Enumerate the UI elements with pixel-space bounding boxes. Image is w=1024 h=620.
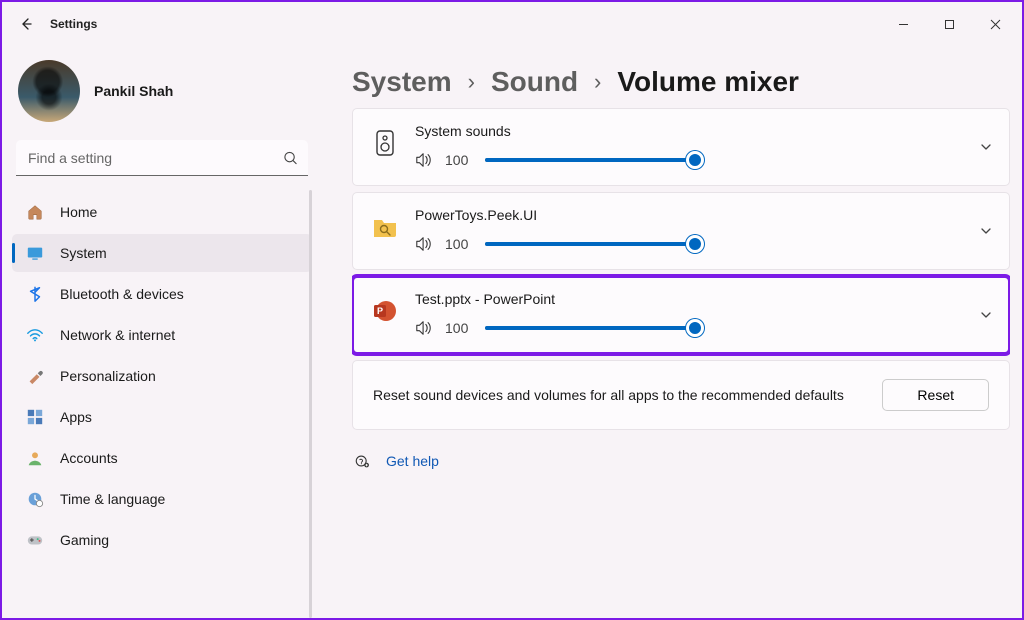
home-icon [26, 203, 44, 221]
chevron-right-icon: › [468, 69, 475, 95]
folder-search-icon [371, 213, 399, 241]
sidebar-item-label: Bluetooth & devices [60, 286, 184, 302]
sidebar-item-label: Time & language [60, 491, 165, 507]
arrow-left-icon [18, 16, 34, 32]
volume-slider[interactable] [485, 319, 695, 337]
search-input[interactable] [16, 140, 308, 176]
window-title: Settings [50, 17, 97, 31]
expand-button[interactable] [979, 224, 993, 238]
minimize-button[interactable] [880, 8, 926, 40]
reset-card: Reset sound devices and volumes for all … [352, 360, 1010, 430]
chevron-down-icon [979, 224, 993, 238]
app-label: Test.pptx - PowerPoint [415, 291, 959, 307]
sidebar-item-accounts[interactable]: Accounts [12, 439, 312, 477]
sidebar-item-label: Gaming [60, 532, 109, 548]
back-button[interactable] [6, 4, 46, 44]
sidebar-item-label: Accounts [60, 450, 118, 466]
app-label: PowerToys.Peek.UI [415, 207, 959, 223]
breadcrumb-system[interactable]: System [352, 66, 452, 98]
volume-slider[interactable] [485, 151, 695, 169]
sidebar-item-label: Home [60, 204, 97, 220]
expand-button[interactable] [979, 308, 993, 322]
volume-row: 100 [415, 151, 959, 169]
time-icon [26, 490, 44, 508]
sidebar: Pankil Shah Home System Bluetooth & device… [2, 46, 322, 618]
gaming-icon [26, 531, 44, 549]
close-button[interactable] [972, 8, 1018, 40]
search-icon [283, 151, 298, 166]
system-icon [26, 244, 44, 262]
body: Pankil Shah Home System Bluetooth & device… [2, 46, 1022, 618]
content: System sounds 100 PowerToys.Peek.UI 100 P Tes… [352, 108, 1010, 618]
close-icon [990, 19, 1001, 30]
volume-value: 100 [445, 152, 473, 168]
sidebar-item-bluetooth-devices[interactable]: Bluetooth & devices [12, 275, 312, 313]
volume-row: 100 [415, 235, 959, 253]
speaker-icon[interactable] [415, 152, 433, 168]
reset-description: Reset sound devices and volumes for all … [373, 385, 862, 406]
personalization-icon [26, 367, 44, 385]
volume-row: 100 [415, 319, 959, 337]
minimize-icon [898, 19, 909, 30]
help-row: Get help [352, 448, 1010, 470]
app-label: System sounds [415, 123, 959, 139]
speaker-icon[interactable] [415, 320, 433, 336]
app-volume-card-powertoys-peek: PowerToys.Peek.UI 100 [352, 192, 1010, 270]
powerpoint-icon: P [371, 297, 399, 325]
maximize-icon [944, 19, 955, 30]
titlebar: Settings [2, 2, 1022, 46]
chevron-right-icon: › [594, 69, 601, 95]
speaker-icon[interactable] [415, 236, 433, 252]
settings-window: Settings Pankil Shah [0, 0, 1024, 620]
breadcrumb: System › Sound › Volume mixer [352, 66, 1010, 98]
profile-name: Pankil Shah [94, 83, 173, 99]
page-title: Volume mixer [617, 66, 799, 98]
help-icon [354, 452, 372, 470]
volume-value: 100 [445, 236, 473, 252]
avatar [18, 60, 80, 122]
bluetooth-icon [26, 285, 44, 303]
sidebar-item-system[interactable]: System [12, 234, 312, 272]
speaker-device-icon [371, 129, 399, 157]
sidebar-item-network-internet[interactable]: Network & internet [12, 316, 312, 354]
sidebar-item-home[interactable]: Home [12, 193, 312, 231]
main: System › Sound › Volume mixer System sou… [322, 46, 1022, 618]
volume-slider[interactable] [485, 235, 695, 253]
sidebar-item-label: System [60, 245, 107, 261]
breadcrumb-sound[interactable]: Sound [491, 66, 578, 98]
expand-button[interactable] [979, 140, 993, 154]
network-icon [26, 326, 44, 344]
accounts-icon [26, 449, 44, 467]
reset-button[interactable]: Reset [882, 379, 989, 411]
help-link[interactable]: Get help [386, 453, 439, 469]
maximize-button[interactable] [926, 8, 972, 40]
sidebar-item-label: Network & internet [60, 327, 175, 343]
sidebar-item-apps[interactable]: Apps [12, 398, 312, 436]
chevron-down-icon [979, 308, 993, 322]
nav[interactable]: Home System Bluetooth & devices Network & i… [12, 190, 312, 618]
profile[interactable]: Pankil Shah [12, 54, 312, 140]
volume-value: 100 [445, 320, 473, 336]
sidebar-item-personalization[interactable]: Personalization [12, 357, 312, 395]
svg-text:P: P [377, 306, 383, 316]
sidebar-item-gaming[interactable]: Gaming [12, 521, 312, 559]
sidebar-item-label: Personalization [60, 368, 156, 384]
sidebar-item-label: Apps [60, 409, 92, 425]
app-volume-card-powerpoint: P Test.pptx - PowerPoint 100 [352, 276, 1010, 354]
sidebar-item-time-language[interactable]: Time & language [12, 480, 312, 518]
chevron-down-icon [979, 140, 993, 154]
apps-icon [26, 408, 44, 426]
search-wrap [16, 140, 308, 176]
app-volume-card-system-sounds: System sounds 100 [352, 108, 1010, 186]
window-controls [880, 8, 1018, 40]
